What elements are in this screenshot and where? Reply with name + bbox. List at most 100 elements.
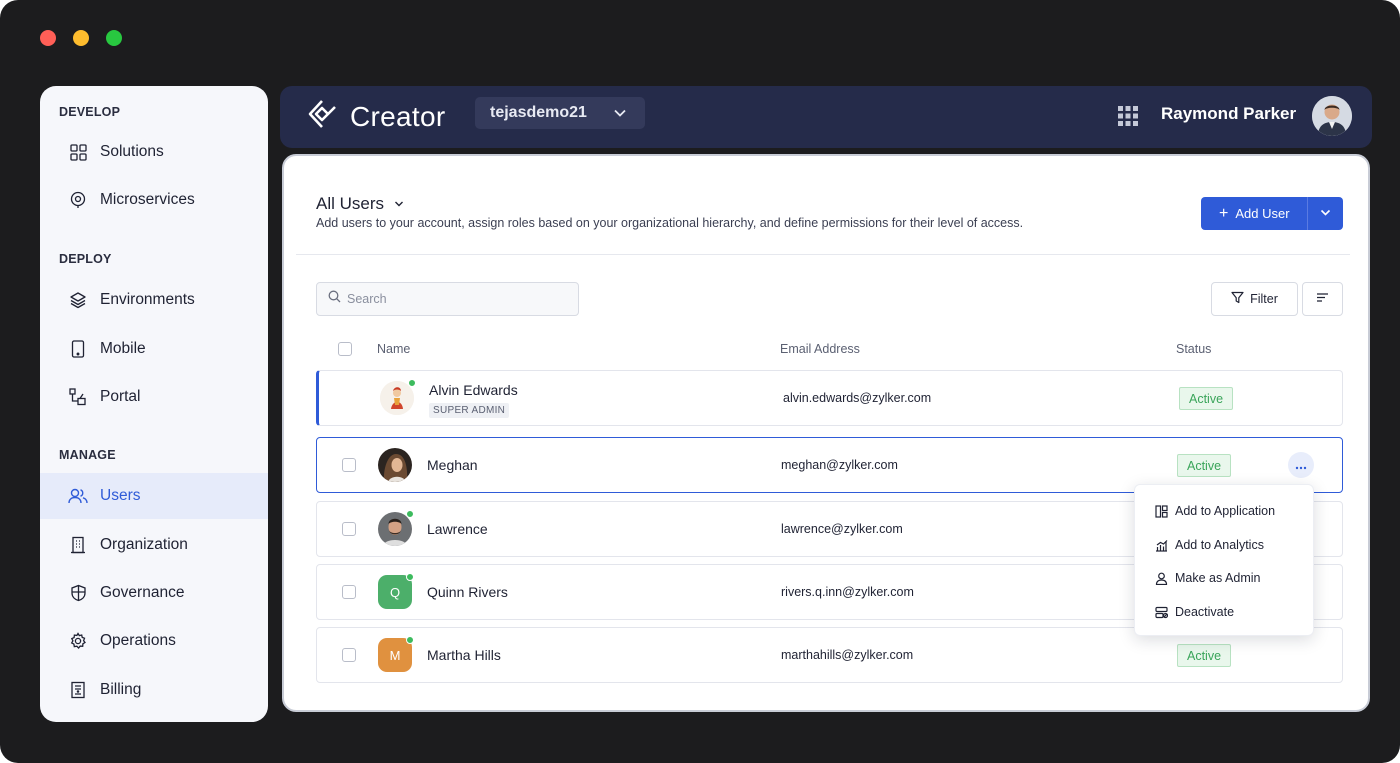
chevron-down-icon <box>394 194 404 214</box>
menu-item-add-to-application[interactable]: Add to Application <box>1135 496 1315 526</box>
current-user-name[interactable]: Raymond Parker <box>1161 104 1296 124</box>
row-checkbox[interactable] <box>342 458 356 472</box>
app-name: Creator <box>350 100 446 132</box>
main-panel: All Users Add users to your account, ass… <box>282 154 1370 712</box>
billing-icon <box>68 680 88 700</box>
user-email: meghan@zylker.com <box>781 458 898 472</box>
menu-item-add-to-analytics[interactable]: Add to Analytics <box>1135 530 1315 560</box>
sidebar-item-governance[interactable]: Governance <box>40 570 268 616</box>
portal-icon <box>68 387 88 407</box>
sort-button[interactable] <box>1302 282 1343 316</box>
online-status-dot <box>406 636 414 644</box>
grid-squares-icon <box>68 142 88 162</box>
chevron-down-icon <box>613 106 627 125</box>
status-badge: Active <box>1177 454 1232 477</box>
shield-icon <box>68 583 88 603</box>
workspace-name: tejasdemo21 <box>490 104 587 121</box>
deactivate-icon <box>1154 605 1168 619</box>
sidebar-item-environments[interactable]: Environments <box>40 277 268 323</box>
sidebar-item-portal[interactable]: Portal <box>40 374 268 420</box>
menu-item-label: Make as Admin <box>1175 571 1261 585</box>
sidebar-item-label: Users <box>100 487 141 504</box>
row-checkbox[interactable] <box>342 648 356 662</box>
section-title-develop: DEVELOP <box>59 105 121 119</box>
minimize-window-button[interactable] <box>73 30 89 46</box>
sidebar-item-microservices[interactable]: Microservices <box>40 177 268 223</box>
user-icon <box>1154 571 1168 585</box>
sidebar-item-billing[interactable]: Billing <box>40 667 268 713</box>
online-status-dot <box>406 510 414 518</box>
avatar <box>378 448 412 482</box>
add-user-dropdown-button[interactable] <box>1308 206 1343 221</box>
search-icon <box>328 290 341 308</box>
online-status-dot <box>408 379 416 387</box>
sidebar-item-label: Organization <box>100 536 188 553</box>
search-box[interactable] <box>316 282 579 316</box>
user-name: Martha Hills <box>427 647 501 663</box>
more-options-button[interactable] <box>1288 452 1314 478</box>
add-user-label: Add User <box>1235 206 1290 221</box>
column-header-status[interactable]: Status <box>1176 342 1211 356</box>
sidebar-item-label: Portal <box>100 388 141 405</box>
user-name: Lawrence <box>427 521 488 537</box>
avatar[interactable] <box>1312 96 1352 136</box>
user-name: Meghan <box>427 457 478 473</box>
section-title-deploy: DEPLOY <box>59 252 112 266</box>
close-window-button[interactable] <box>40 30 56 46</box>
column-header-email[interactable]: Email Address <box>780 342 860 356</box>
status-badge: Active <box>1177 644 1232 667</box>
page-title: All Users <box>316 194 385 213</box>
app-logo[interactable]: Creator <box>308 99 445 134</box>
sidebar-item-users[interactable]: Users <box>40 473 268 519</box>
user-name: Alvin Edwards <box>429 382 518 398</box>
chevron-down-icon <box>1320 206 1331 221</box>
menu-item-make-as-admin[interactable]: Make as Admin <box>1135 563 1315 593</box>
analytics-icon <box>1154 538 1168 552</box>
application-icon <box>1154 504 1168 518</box>
ellipsis-icon <box>1295 458 1307 473</box>
sort-lines-icon <box>1316 290 1329 308</box>
microservice-icon <box>68 190 88 210</box>
users-view-selector[interactable]: All Users <box>316 194 404 214</box>
window-controls <box>40 30 122 46</box>
sidebar-item-operations[interactable]: Operations <box>40 618 268 664</box>
workspace-selector[interactable]: tejasdemo21 <box>475 97 645 129</box>
sidebar-item-label: Billing <box>100 681 142 698</box>
avatar <box>380 379 416 415</box>
row-checkbox[interactable] <box>342 522 356 536</box>
sidebar-item-organization[interactable]: Organization <box>40 522 268 568</box>
add-user-button-group: + Add User <box>1201 197 1343 230</box>
online-status-dot <box>406 573 414 581</box>
select-all-checkbox[interactable] <box>338 342 352 356</box>
sidebar-item-label: Environments <box>100 291 195 308</box>
filter-icon <box>1231 291 1244 307</box>
menu-item-deactivate[interactable]: Deactivate <box>1135 597 1315 627</box>
filter-label: Filter <box>1250 292 1278 306</box>
status-badge: Active <box>1179 387 1234 410</box>
sidebar-item-label: Microservices <box>100 191 195 208</box>
table-row[interactable]: Alvin Edwards SUPER ADMIN alvin.edwards@… <box>316 370 1343 426</box>
plus-icon: + <box>1219 204 1229 222</box>
page-subtitle: Add users to your account, assign roles … <box>316 216 1024 230</box>
row-checkbox[interactable] <box>342 585 356 599</box>
sidebar-item-label: Operations <box>100 632 176 649</box>
section-title-manage: MANAGE <box>59 448 116 462</box>
building-icon <box>68 535 88 555</box>
sidebar-item-solutions[interactable]: Solutions <box>40 129 268 175</box>
search-input[interactable] <box>347 292 567 306</box>
creator-logo-icon <box>308 99 340 134</box>
sidebar-item-mobile[interactable]: Mobile <box>40 326 268 372</box>
header-divider <box>296 254 1350 255</box>
add-user-button[interactable]: + Add User <box>1201 197 1308 230</box>
sidebar: DEVELOP Solutions Microservices DEPLOY E… <box>40 86 268 722</box>
maximize-window-button[interactable] <box>106 30 122 46</box>
user-email: lawrence@zylker.com <box>781 522 903 536</box>
filter-button[interactable]: Filter <box>1211 282 1298 316</box>
app-grid-icon[interactable] <box>1118 106 1138 131</box>
user-email: marthahills@zylker.com <box>781 648 914 662</box>
column-header-name[interactable]: Name <box>377 342 410 356</box>
user-email: rivers.q.inn@zylker.com <box>781 585 914 599</box>
mobile-icon <box>68 339 88 359</box>
avatar: M <box>378 636 414 672</box>
app-window: DEVELOP Solutions Microservices DEPLOY E… <box>0 0 1400 763</box>
